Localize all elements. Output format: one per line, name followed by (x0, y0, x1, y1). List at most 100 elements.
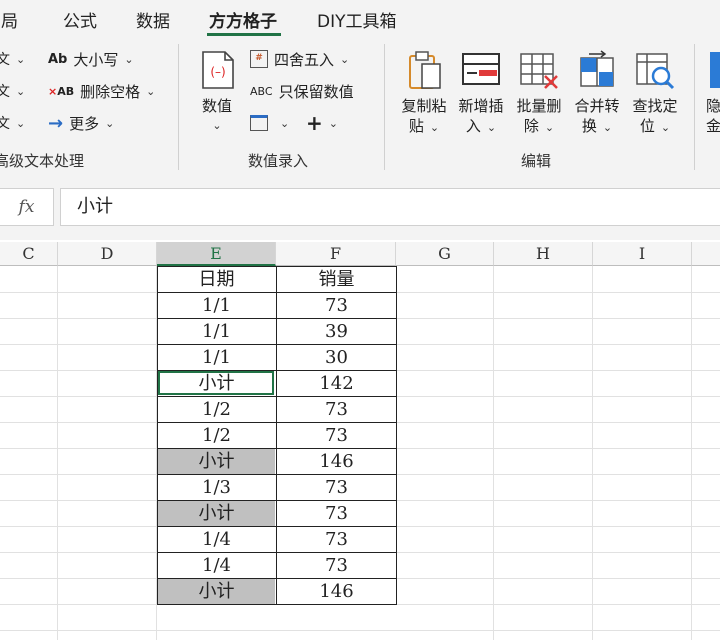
sales-cell[interactable]: 73 (277, 553, 396, 579)
active-tab-indicator (207, 33, 281, 36)
sales-cell[interactable]: 30 (277, 345, 396, 371)
clipboard-icon (409, 51, 441, 89)
partial-label-1: 隐 (706, 97, 720, 115)
svg-text:(–): (–) (210, 65, 225, 79)
sales-cell[interactable]: 73 (277, 475, 396, 501)
table-row-border (157, 448, 397, 449)
batch-delete-label-2: 除 (523, 117, 539, 135)
table-row-border (157, 474, 397, 475)
formula-input[interactable]: 小计 (60, 188, 720, 226)
column-header-i[interactable]: I (593, 242, 692, 266)
header-date[interactable]: 日期 (158, 267, 275, 293)
sales-cell[interactable]: 39 (277, 319, 396, 345)
gridline (592, 266, 593, 640)
remove-space-button[interactable]: ×AB 删除空格 ⌄ (48, 78, 155, 104)
text-op-button-2[interactable]: 文 ⌄ (0, 78, 25, 104)
copy-paste-button[interactable]: 复制粘 贴 ⌄ (396, 48, 452, 138)
chevron-down-icon: ⌄ (280, 116, 290, 130)
date-cell[interactable]: 1/2 (158, 397, 275, 423)
value-icon: (–) (202, 51, 234, 89)
column-header-c[interactable]: C (0, 242, 58, 266)
column-header-g[interactable]: G (396, 242, 494, 266)
sales-cell[interactable]: 142 (277, 371, 396, 397)
value-button[interactable]: (–) 数值 ⌄ (189, 48, 245, 136)
chevron-down-icon: ⌄ (544, 121, 555, 134)
tab-diy-toolbox[interactable]: DIY工具箱 (317, 7, 397, 32)
edit-group-label: 编辑 (521, 152, 552, 170)
sales-cell[interactable]: 73 (277, 293, 396, 319)
more-button[interactable]: → 更多 ⌄ (48, 110, 114, 136)
table-row-border (157, 344, 397, 345)
table-row-border (157, 526, 397, 527)
partial-icon (710, 52, 720, 88)
partial-label-2: 金 (706, 117, 720, 135)
find-locate-button[interactable]: 查找定 位 ⌄ (627, 48, 683, 138)
group-divider (694, 44, 695, 170)
edit-cell-button[interactable]: ⌄ (250, 110, 289, 136)
find-icon (636, 53, 675, 90)
merge-icon (580, 50, 614, 87)
tab-layout[interactable]: 布局 (0, 7, 18, 32)
date-cell[interactable]: 1/4 (158, 527, 275, 553)
find-label-2: 位 (639, 117, 655, 135)
chevron-down-icon: ⌄ (340, 52, 350, 66)
find-label-1: 查找定 (632, 97, 678, 115)
keep-numbers-button[interactable]: ABC 只保留数值 (250, 78, 354, 104)
sales-cell[interactable]: 73 (277, 397, 396, 423)
insert-label-2: 入 (465, 117, 481, 135)
sales-cell[interactable]: 73 (277, 501, 396, 527)
case-button[interactable]: Ab 大小写 ⌄ (48, 46, 134, 72)
sales-cell[interactable]: 73 (277, 423, 396, 449)
chevron-down-icon: ⌄ (602, 121, 613, 134)
plus-icon: + (306, 111, 323, 135)
date-cell[interactable]: 1/2 (158, 423, 275, 449)
subtotal-label-cell[interactable]: 小计 (158, 449, 275, 475)
column-header-next[interactable] (692, 242, 720, 266)
text-op-button-3[interactable]: 文 ⌄ (0, 110, 25, 136)
batch-delete-button[interactable]: 批量删 除 ⌄ (511, 48, 567, 138)
copy-paste-label-2: 贴 (408, 117, 424, 135)
round-icon: # (250, 50, 268, 68)
group-divider (178, 44, 179, 170)
table-row-border (157, 578, 397, 579)
subtotal-label-cell[interactable]: 小计 (158, 501, 275, 527)
column-header-e[interactable]: E (157, 242, 276, 266)
round-button[interactable]: # 四舍五入 ⌄ (250, 46, 349, 72)
fx-button[interactable]: fx (0, 188, 54, 226)
column-header-f[interactable]: F (276, 242, 396, 266)
tab-data[interactable]: 数据 (136, 7, 170, 32)
merge-label-1: 合并转 (574, 97, 620, 115)
ribbon-panel: 文 ⌄ 文 ⌄ 文 ⌄ Ab 大小写 ⌄ ×AB 删除空格 ⌄ → 更多 ⌄ 高级文本… (0, 38, 720, 178)
sales-cell[interactable]: 146 (277, 449, 396, 475)
subtotal-label-cell[interactable]: 小计 (158, 371, 275, 397)
chevron-down-icon: ⌄ (486, 121, 497, 134)
date-cell[interactable]: 1/1 (158, 345, 275, 371)
table-divider (276, 266, 277, 605)
tab-formulas[interactable]: 公式 (63, 7, 97, 32)
date-cell[interactable]: 1/4 (158, 553, 275, 579)
subtotal-label-cell[interactable]: 小计 (158, 579, 275, 605)
numeric-group-label: 数值录入 (248, 152, 309, 170)
partial-ribbon-button[interactable]: 隐 金 (700, 48, 720, 136)
tab-fangfang[interactable]: 方方格子 (209, 7, 277, 32)
arrow-right-icon: → (48, 112, 64, 134)
header-sales[interactable]: 销量 (277, 267, 396, 293)
insert-rows-icon (462, 53, 500, 85)
date-cell[interactable]: 1/1 (158, 293, 275, 319)
value-label: 数值 (201, 97, 232, 115)
text-op-button-1[interactable]: 文 ⌄ (0, 46, 25, 72)
plus-button[interactable]: + ⌄ (306, 110, 338, 136)
sales-cell[interactable]: 73 (277, 527, 396, 553)
gridline (691, 266, 692, 640)
chevron-down-icon: ⌄ (212, 119, 222, 132)
column-header-h[interactable]: H (494, 242, 593, 266)
table-row-border (157, 552, 397, 553)
date-cell[interactable]: 1/1 (158, 319, 275, 345)
edit-cell-icon (250, 115, 268, 131)
merge-label-2: 换 (581, 117, 597, 135)
date-cell[interactable]: 1/3 (158, 475, 275, 501)
sales-cell[interactable]: 146 (277, 579, 396, 605)
merge-convert-button[interactable]: 合并转 换 ⌄ (569, 48, 625, 138)
column-header-d[interactable]: D (58, 242, 157, 266)
insert-button[interactable]: 新增插 入 ⌄ (453, 48, 509, 138)
